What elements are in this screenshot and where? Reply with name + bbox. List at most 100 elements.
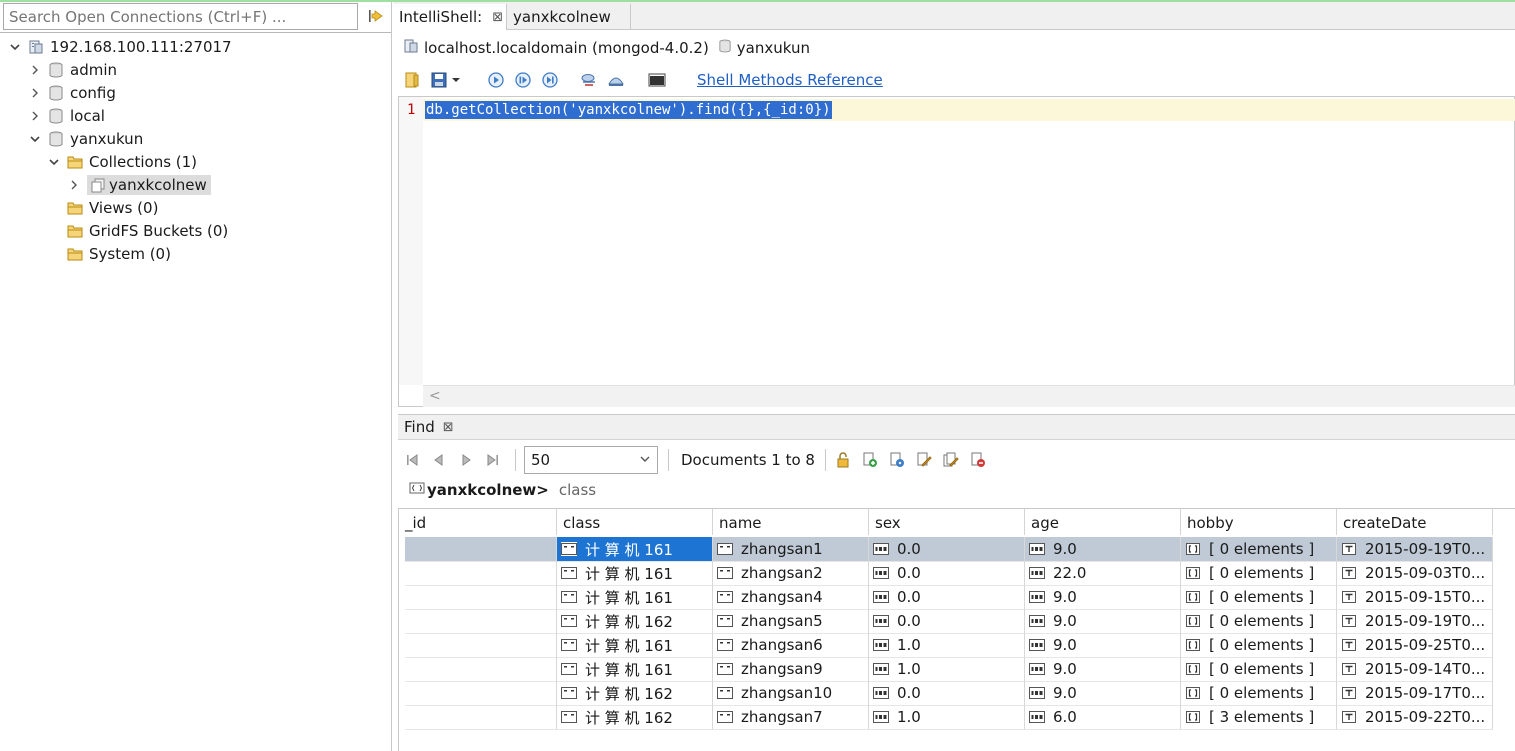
column-header-age[interactable]: age [1025, 509, 1181, 535]
collapse-pane-icon[interactable] [366, 7, 386, 25]
cell-id[interactable] [405, 609, 557, 633]
cell-hobby[interactable]: [ 0 elements ] [1181, 585, 1337, 609]
cell-sex[interactable]: 1.0 [869, 657, 1025, 681]
tab-yanxkcolnew[interactable]: yanxkcolnew [507, 4, 631, 30]
edit-document-icon[interactable] [915, 451, 933, 469]
terminal-icon[interactable] [648, 71, 666, 89]
chevron-right-icon[interactable] [28, 86, 42, 100]
cell-age[interactable]: 9.0 [1025, 681, 1181, 705]
chevron-down-icon[interactable] [8, 40, 22, 54]
cell-sex[interactable]: 0.0 [869, 609, 1025, 633]
query-code-icon[interactable] [580, 71, 598, 89]
table-row[interactable]: 计 算 机 161 zhangsan9 1.0 9.0 [ 0 elements ] 20… [405, 657, 1493, 681]
table-row[interactable]: 计 算 机 161 zhangsan4 0.0 9.0 [ 0 elements ] 20… [405, 585, 1493, 609]
cell-id[interactable] [405, 681, 557, 705]
edit-multiple-icon[interactable] [942, 451, 960, 469]
cell-class[interactable]: 计 算 机 161 [557, 561, 713, 585]
cell-hobby[interactable]: [ 0 elements ] [1181, 537, 1337, 561]
breadcrumb-collection[interactable]: yanxkcolnew> [427, 481, 549, 499]
cell-hobby[interactable]: [ 3 elements ] [1181, 705, 1337, 729]
cell-sex[interactable]: 0.0 [869, 537, 1025, 561]
cell-sex[interactable]: 0.0 [869, 585, 1025, 609]
cell-age[interactable]: 9.0 [1025, 657, 1181, 681]
cell-class[interactable]: 计 算 机 161 [557, 537, 713, 561]
cell-name[interactable]: zhangsan9 [713, 657, 869, 681]
table-row[interactable]: 计 算 机 162 zhangsan7 1.0 6.0 [ 3 elements ] 20… [405, 705, 1493, 729]
open-file-icon[interactable] [403, 71, 421, 89]
cell-name[interactable]: zhangsan1 [713, 537, 869, 561]
cell-sex[interactable]: 1.0 [869, 633, 1025, 657]
chevron-right-icon[interactable] [28, 63, 42, 77]
tree-item-collections-folder[interactable]: Collections (1) [47, 151, 197, 173]
save-dropdown-icon[interactable] [450, 71, 462, 89]
cell-id[interactable] [405, 561, 557, 585]
cell-createdate[interactable]: 2015-09-25T0... [1337, 633, 1493, 657]
cell-hobby[interactable]: [ 0 elements ] [1181, 657, 1337, 681]
cell-createdate[interactable]: 2015-09-15T0... [1337, 585, 1493, 609]
tree-item-collection-yanxkcolnew[interactable]: yanxkcolnew [67, 174, 211, 196]
tree-item-connection[interactable]: 192.168.100.111:27017 [8, 36, 232, 58]
tree-item-db-config[interactable]: config [28, 82, 116, 104]
cell-name[interactable]: zhangsan4 [713, 585, 869, 609]
cell-age[interactable]: 9.0 [1025, 633, 1181, 657]
cell-id[interactable] [405, 657, 557, 681]
cell-sex[interactable]: 0.0 [869, 561, 1025, 585]
cell-class[interactable]: 计 算 机 162 [557, 705, 713, 729]
table-row[interactable]: 计 算 机 162 zhangsan5 0.0 9.0 [ 0 elements ] 20… [405, 609, 1493, 633]
cell-id[interactable] [405, 585, 557, 609]
chevron-right-icon[interactable] [28, 109, 42, 123]
add-document-icon[interactable] [861, 451, 879, 469]
close-icon[interactable]: ⊠ [443, 420, 454, 435]
close-icon[interactable]: ⊠ [492, 10, 503, 25]
chevron-down-icon[interactable] [47, 155, 61, 169]
tree-item-db-yanxukun[interactable]: yanxukun [28, 128, 143, 150]
cell-name[interactable]: zhangsan6 [713, 633, 869, 657]
cell-age[interactable]: 9.0 [1025, 585, 1181, 609]
search-connections-input[interactable] [3, 3, 358, 30]
cell-hobby[interactable]: [ 0 elements ] [1181, 681, 1337, 705]
execute-current-icon[interactable] [541, 71, 559, 89]
column-header-sex[interactable]: sex [869, 509, 1025, 535]
cell-name[interactable]: zhangsan2 [713, 561, 869, 585]
execute-icon[interactable] [487, 71, 505, 89]
column-header-hobby[interactable]: hobby [1181, 509, 1337, 535]
tree-item-db-local[interactable]: local [28, 105, 105, 127]
delete-document-icon[interactable] [969, 451, 987, 469]
cell-createdate[interactable]: 2015-09-19T0... [1337, 609, 1493, 633]
table-row[interactable]: 计 算 机 162 zhangsan10 0.0 9.0 [ 0 elements ] 2… [405, 681, 1493, 705]
tab-find[interactable]: Find ⊠ [404, 418, 454, 436]
chevron-down-icon[interactable] [28, 132, 42, 146]
breadcrumb-field[interactable]: class [559, 481, 596, 499]
next-page-icon[interactable] [457, 451, 475, 469]
horizontal-scrollbar[interactable]: < [423, 385, 1515, 407]
cell-age[interactable]: 22.0 [1025, 561, 1181, 585]
chevron-right-icon[interactable] [67, 178, 81, 192]
cell-hobby[interactable]: [ 0 elements ] [1181, 633, 1337, 657]
cell-hobby[interactable]: [ 0 elements ] [1181, 609, 1337, 633]
cell-createdate[interactable]: 2015-09-03T0... [1337, 561, 1493, 585]
cell-sex[interactable]: 1.0 [869, 705, 1025, 729]
cell-createdate[interactable]: 2015-09-17T0... [1337, 681, 1493, 705]
save-icon[interactable] [430, 71, 448, 89]
cell-createdate[interactable]: 2015-09-22T0... [1337, 705, 1493, 729]
tree-item-db-admin[interactable]: admin [28, 59, 117, 81]
cell-id[interactable] [405, 633, 557, 657]
shell-methods-reference-link[interactable]: Shell Methods Reference [697, 71, 883, 89]
cell-class[interactable]: 计 算 机 162 [557, 609, 713, 633]
column-header-createdate[interactable]: createDate [1337, 509, 1493, 535]
cell-age[interactable]: 6.0 [1025, 705, 1181, 729]
column-header-id[interactable]: _id [399, 509, 557, 535]
tree-item-system-folder[interactable]: System (0) [61, 243, 171, 265]
query-code[interactable]: db.getCollection('yanxkcolnew').find({},… [425, 101, 832, 119]
cell-name[interactable]: zhangsan7 [713, 705, 869, 729]
scroll-left-icon[interactable]: < [429, 388, 441, 404]
shell-editor[interactable]: 1 db.getCollection('yanxkcolnew').find({… [398, 96, 1515, 407]
column-header-name[interactable]: name [713, 509, 869, 535]
cell-createdate[interactable]: 2015-09-14T0... [1337, 657, 1493, 681]
explain-icon[interactable] [607, 71, 625, 89]
cell-class[interactable]: 计 算 机 161 [557, 585, 713, 609]
cell-age[interactable]: 9.0 [1025, 537, 1181, 561]
cell-name[interactable]: zhangsan10 [713, 681, 869, 705]
table-row[interactable]: 计 算 机 161 zhangsan6 1.0 9.0 [ 0 elements ] 20… [405, 633, 1493, 657]
cell-id[interactable] [405, 537, 557, 561]
